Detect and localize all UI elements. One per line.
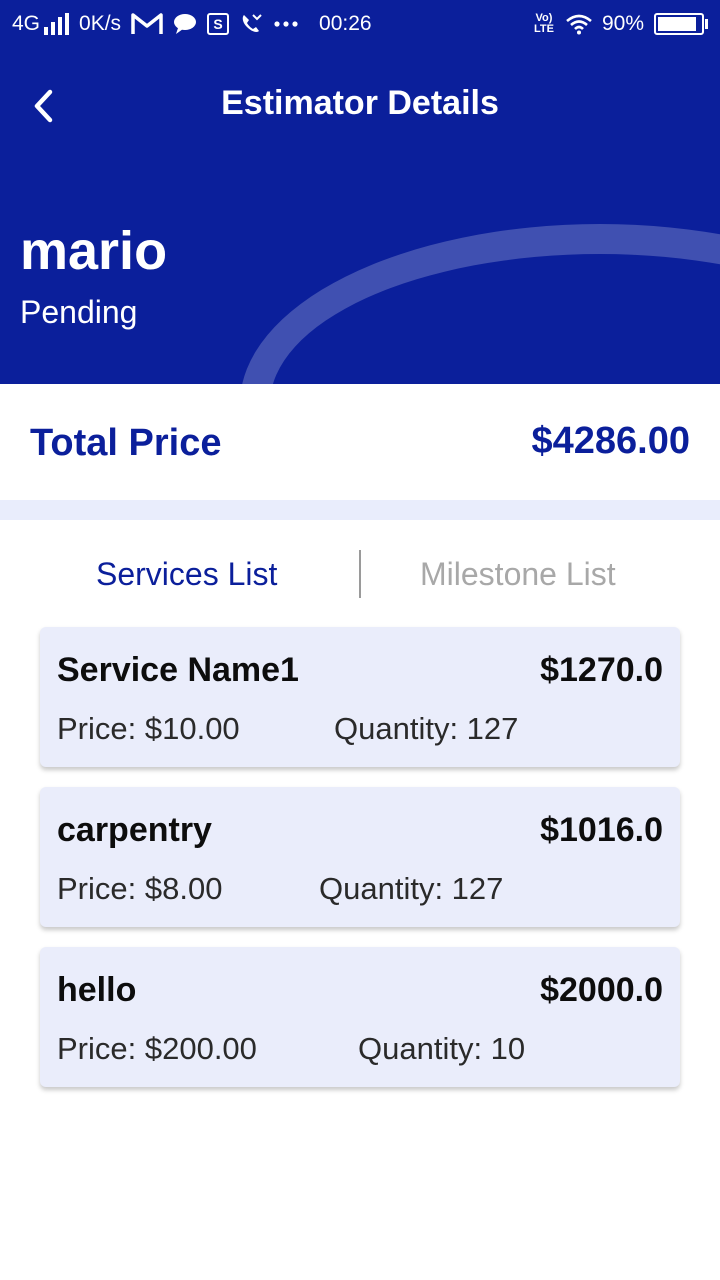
client-name: mario [20, 221, 168, 281]
services-list: Service Name1 $1270.0 Price: $10.00 Quan… [40, 627, 680, 1107]
service-card[interactable]: carpentry $1016.0 Price: $8.00 Quantity:… [40, 787, 680, 927]
service-price: Price: $10.00 [57, 711, 240, 746]
service-quantity: Quantity: 127 [334, 711, 519, 746]
missed-call-icon [239, 12, 263, 36]
status-bar: 4G 0K/s S 00:26 Vo) LTE 90% [0, 0, 720, 50]
volte-icon: Vo) LTE [533, 12, 554, 35]
total-price-label: Total Price [30, 422, 222, 464]
service-price: Price: $8.00 [57, 871, 223, 906]
service-name: Service Name1 [57, 651, 299, 689]
service-name: hello [57, 971, 137, 1009]
service-total: $1270.0 [540, 651, 663, 689]
service-quantity: Quantity: 10 [358, 1031, 526, 1066]
battery-icon [654, 13, 708, 35]
service-price: Price: $200.00 [57, 1031, 257, 1066]
more-notifications-icon [273, 20, 299, 28]
battery-percent: 90% [601, 12, 644, 35]
message-icon [173, 13, 197, 35]
gmail-icon [131, 12, 163, 36]
service-total: $1016.0 [540, 811, 663, 849]
section-divider [0, 500, 720, 520]
wifi-icon [566, 13, 592, 35]
estimate-status: Pending [20, 294, 138, 330]
app-bar: Estimator Details [0, 70, 720, 140]
service-total: $2000.0 [540, 971, 663, 1009]
signal-icon [44, 13, 70, 35]
total-price-row: Total Price $4286.00 [0, 384, 720, 500]
network-indicator: 4G [12, 12, 70, 36]
list-tabs: Services List Milestone List [0, 540, 720, 610]
clock: 00:26 [319, 12, 372, 35]
service-card[interactable]: hello $2000.0 Price: $200.00 Quantity: 1… [40, 947, 680, 1087]
decorative-arc [240, 224, 720, 384]
total-price-value: $4286.00 [531, 420, 691, 462]
network-speed: 0K/s [79, 12, 122, 35]
service-name: carpentry [57, 811, 212, 849]
tab-divider [359, 550, 361, 598]
service-card[interactable]: Service Name1 $1270.0 Price: $10.00 Quan… [40, 627, 680, 767]
tab-milestone-list[interactable]: Milestone List [420, 556, 616, 593]
header-banner: 4G 0K/s S 00:26 Vo) LTE 90% Estimator De… [0, 0, 720, 384]
page-title: Estimator Details [221, 84, 499, 122]
s-app-icon: S [207, 13, 230, 35]
tab-services-list[interactable]: Services List [96, 556, 277, 593]
network-type: 4G [12, 12, 41, 35]
service-quantity: Quantity: 127 [319, 871, 504, 906]
